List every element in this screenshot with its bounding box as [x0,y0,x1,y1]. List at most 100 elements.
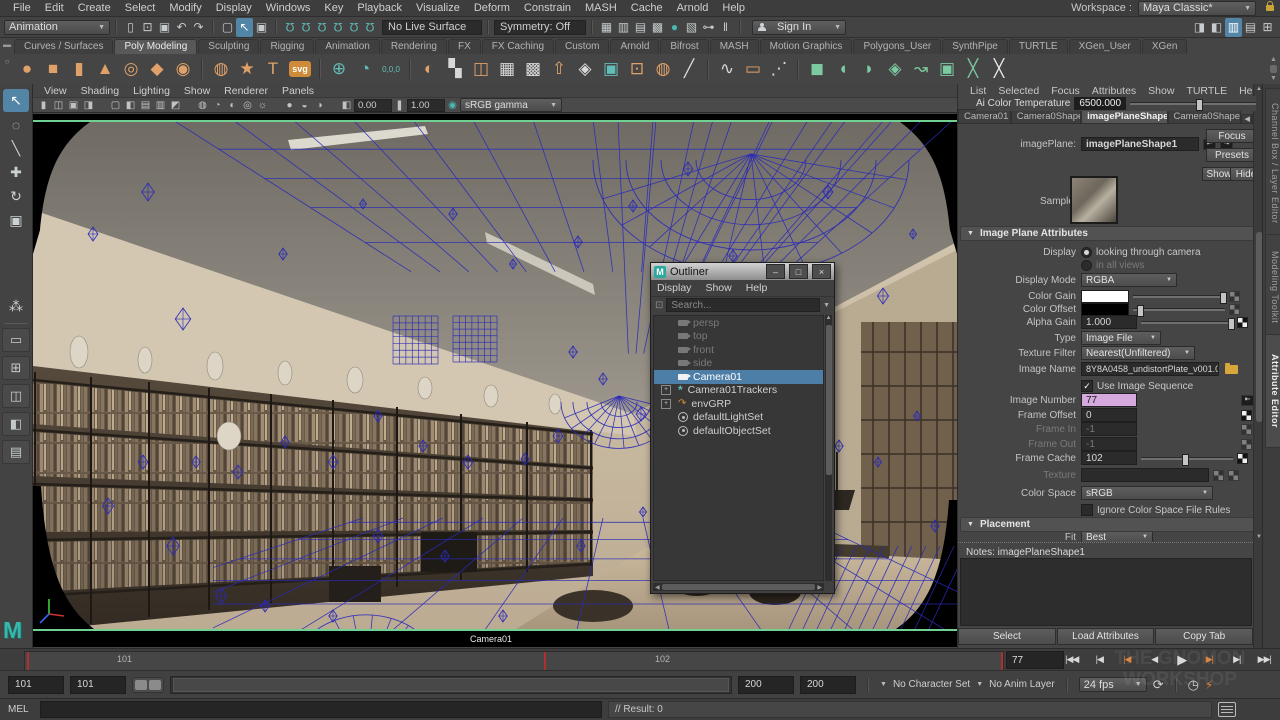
shelf-collapse-handles[interactable]: ▬○ [2,40,12,82]
last-tool-slot[interactable]: ⁂ [3,295,29,318]
shelf-tab-poly-modeling[interactable]: Poly Modeling [114,39,197,54]
radio-in-all-views[interactable] [1081,260,1092,271]
lock-workspace-icon[interactable] [1266,5,1274,11]
playback-loop-icon[interactable]: ⟳ [1153,677,1164,693]
vp-motion-blur[interactable]: ◐ [225,100,240,111]
fps-dropdown[interactable]: 24 fps▼ [1079,677,1147,692]
frame-offset-field[interactable]: 0 [1081,408,1137,422]
ae-menu-focus[interactable]: Focus [1045,85,1086,97]
color-offset-slider[interactable] [1133,308,1225,311]
statusline-redo[interactable]: ↷ [190,18,207,37]
display-mode-dropdown[interactable]: RGBA▼ [1081,273,1177,287]
tab-camera01[interactable]: Camera01 [958,109,1011,124]
node-name-field[interactable]: imagePlaneShape1 [1081,137,1199,151]
outliner-menu-show[interactable]: Show [705,282,731,294]
playback-step-forward-key[interactable]: ▶| [1196,650,1224,669]
outliner-item-persp[interactable]: persp [654,316,823,330]
shelf-icon-quad-cube[interactable]: ◈ [882,56,908,82]
statusline-select-object[interactable]: ↖ [236,18,253,37]
shelf-icon-poly-sphere[interactable]: ● [14,56,40,82]
vp-shadows[interactable]: ◍ [195,100,210,111]
layout-layout-outliner[interactable]: ▤ [2,440,30,464]
panel-menu-panels[interactable]: Panels [275,85,321,97]
menu-modify[interactable]: Modify [162,2,208,14]
animation-start-field[interactable]: 101 [8,676,64,694]
shelf-icon-move-to-origin[interactable]: 0,0,0 [378,56,404,82]
playback-step-back-frame[interactable]: |◀ [1086,650,1114,669]
shelf-icon-curve-tool[interactable]: ∿ [714,56,740,82]
vp-field-chart[interactable]: ◒ [297,100,312,111]
statusline-toggle-channel-box[interactable]: ⊞ [1259,18,1276,37]
select-button[interactable]: Select [958,628,1056,645]
color-gain-slider[interactable] [1133,295,1225,298]
frame-cache-field[interactable]: 102 [1081,451,1137,465]
scroll-down-icon[interactable]: ▼ [1270,75,1277,82]
symmetry-field[interactable]: Symmetry: Off [494,20,586,35]
chevron-down-icon[interactable]: ▼ [976,681,983,688]
shelf-tab-animation[interactable]: Animation [315,39,379,54]
section-image-plane-attributes[interactable]: ▼ Image Plane Attributes [960,226,1254,241]
shelf-icon-tweak-brush[interactable]: ◗ [856,56,882,82]
playback-go-to-end[interactable]: ▶▶| [1251,650,1279,669]
statusline-ipr-render[interactable]: ▤ [632,18,649,37]
outliner-menu-help[interactable]: Help [746,282,768,294]
exposure-field[interactable]: 0.00 [354,99,392,112]
texture-map-icon[interactable] [1237,317,1248,328]
outliner-item-front[interactable]: front [654,343,823,357]
ae-menu-attributes[interactable]: Attributes [1086,85,1142,97]
playback-play-backwards[interactable]: ◀ [1141,650,1169,669]
close-button[interactable]: × [812,264,831,279]
vp-screen-space-ao[interactable]: ◔ [210,100,225,111]
shelf-icon-multi-cut[interactable]: ◈ [572,56,598,82]
statusline-new-scene[interactable]: ▯ [122,18,139,37]
statusline-open-scene[interactable]: ⊡ [139,18,156,37]
statusline-render-view[interactable]: ▦ [598,18,615,37]
menuset-dropdown[interactable]: Animation ▼ [4,20,110,35]
outliner-item-defaultlightset[interactable]: defaultLightSet [654,411,823,425]
shelf-icon-crease-tool[interactable]: ╱ [676,56,702,82]
shelf-icon-svg-tool[interactable]: svg [289,61,311,77]
shelf-icon-mirror[interactable]: ◫ [468,56,494,82]
shelf-tab-mash[interactable]: MASH [710,39,759,54]
statusline-toggle-tool-settings[interactable]: ▤ [1242,18,1259,37]
layout-layout-four-pane[interactable]: ⊞ [2,356,30,380]
command-language-toggle[interactable]: MEL [8,704,34,715]
shelf-tab-bifrost[interactable]: Bifrost [660,39,708,54]
panel-menu-renderer[interactable]: Renderer [217,85,275,97]
ae-menu-selected[interactable]: Selected [992,85,1045,97]
shelf-icon-grid-window[interactable]: ▣ [934,56,960,82]
chevron-down-icon[interactable]: ▼ [880,681,887,688]
shelf-icon-pencil-dots[interactable]: ⋰ [766,56,792,82]
menu-select[interactable]: Select [118,2,163,14]
tool-scale-tool[interactable]: ▣ [3,209,29,232]
texture-filter-dropdown[interactable]: Nearest(Unfiltered)▼ [1081,346,1195,360]
statusline-render-current-frame[interactable]: ▥ [615,18,632,37]
statusline-toggle-modeling-toolkit[interactable]: ◨ [1191,18,1208,37]
statusline-undo[interactable]: ↶ [173,18,190,37]
shelf-tab-turtle[interactable]: TURTLE [1009,39,1068,54]
vp-resolution-gate[interactable]: ◑ [312,100,327,111]
vp-multisample-aa[interactable]: ◎ [240,100,255,111]
shelf-tab-xgen-user[interactable]: XGen_User [1069,39,1141,54]
color-temperature-value[interactable]: 6500.000 [1074,97,1126,110]
ae-menu-turtle[interactable]: TURTLE [1180,85,1233,97]
menu-edit[interactable]: Edit [38,2,71,14]
tab-camera0shape1[interactable]: Camera0Shape1 [1011,109,1081,124]
outliner-titlebar[interactable]: M Outliner – □ × [651,263,834,280]
sign-in-button[interactable]: Sign In ▼ [752,20,846,35]
shelf-icon-smooth-mesh[interactable]: ▦ [494,56,520,82]
time-slider-ruler[interactable]: 101 102 [24,651,1004,671]
shelf-icon-cut-cross[interactable]: ╳ [986,56,1012,82]
tool-select-tool[interactable]: ↖ [3,89,29,112]
statusline-snap-view-plane[interactable]: Ω [346,20,362,34]
texture-map-icon[interactable] [1229,304,1240,315]
shelf-icon-type-tool[interactable]: T [260,56,286,82]
fit-dropdown[interactable]: Best▼ [1081,532,1153,543]
shelf-icon-poly-cube[interactable]: ■ [40,56,66,82]
vp-shading-wireframe[interactable]: ◧ [123,100,138,111]
outliner-item-envgrp[interactable]: +↷envGRP [654,397,823,411]
scroll-up-icon[interactable]: ▲ [1270,56,1277,63]
gamma-icon[interactable]: ❚ [392,100,407,111]
outliner-item-defaultobjectset[interactable]: defaultObjectSet [654,424,823,438]
shelf-icon-super-shape[interactable]: ★ [234,56,260,82]
